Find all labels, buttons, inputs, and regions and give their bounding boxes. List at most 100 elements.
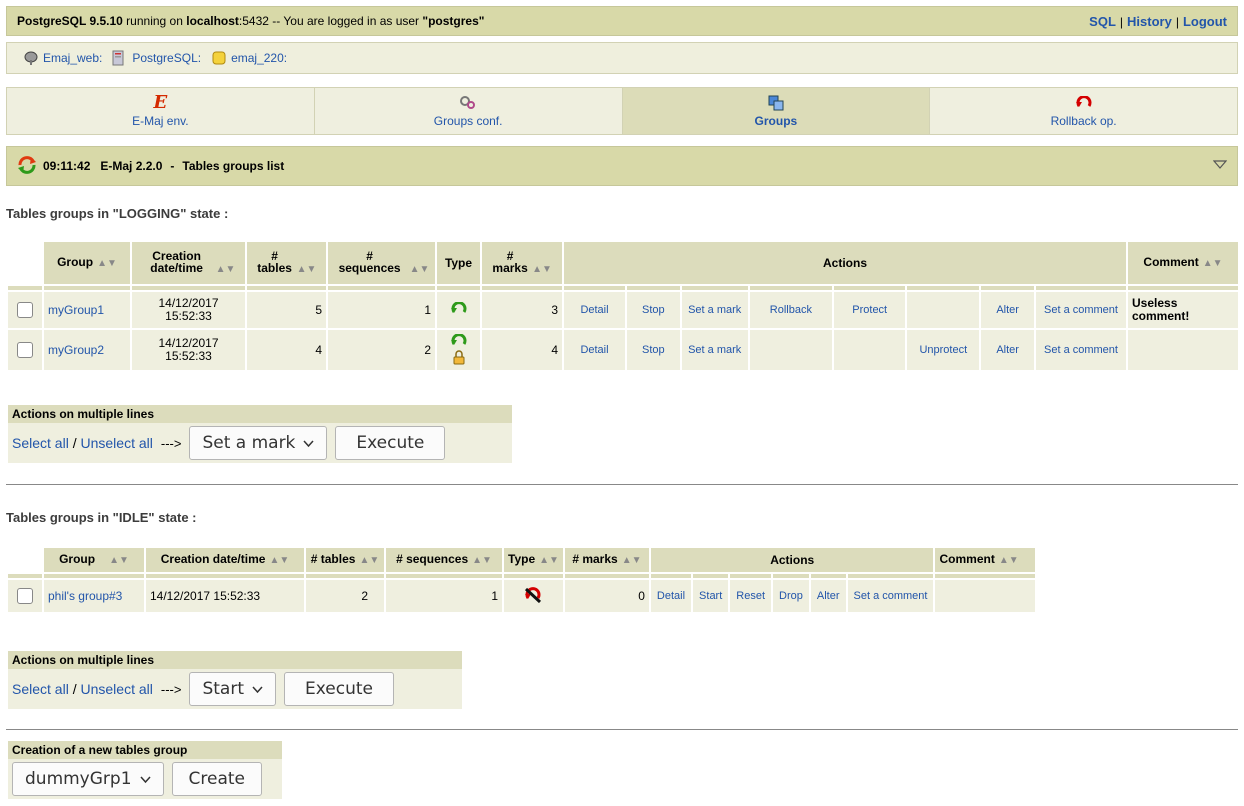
col-marks[interactable]: # marks ▲▼ (482, 242, 562, 284)
table-row: myGroup2 14/12/2017 15:52:33 4 2 4 Detail… (8, 330, 1238, 370)
new-group-select[interactable]: dummyGrp1 (12, 762, 164, 796)
host-name: localhost (186, 14, 239, 28)
group-link[interactable]: phil's group#3 (48, 589, 122, 603)
drop-action[interactable]: Drop (773, 580, 809, 612)
unprotect-action (907, 292, 980, 328)
set-comment-action[interactable]: Set a comment (847, 580, 934, 612)
start-action[interactable]: Start (693, 580, 729, 612)
col-group[interactable]: Group ▲▼ (44, 242, 130, 284)
rollbackable-icon (441, 333, 476, 350)
section-header: 09:11:42 E-Maj 2.2.0 - Tables groups lis… (6, 146, 1238, 186)
logout-link[interactable]: Logout (1183, 14, 1227, 29)
detail-action[interactable]: Detail (564, 330, 626, 370)
port-user-text: :5432 -- You are logged in as user (238, 14, 420, 28)
history-link[interactable]: History (1127, 14, 1172, 29)
breadcrumb-database[interactable]: emaj_220: (231, 51, 287, 65)
page-title: Tables groups list (182, 159, 285, 173)
detail-action[interactable]: Detail (650, 580, 692, 612)
detail-action[interactable]: Detail (564, 292, 626, 328)
set-mark-action[interactable]: Set a mark (681, 330, 748, 370)
table-row: myGroup1 14/12/2017 15:52:33 5 1 3 Detail… (8, 292, 1238, 328)
stop-action[interactable]: Stop (627, 292, 680, 328)
marks-count: 3 (482, 292, 562, 328)
select-all-link[interactable]: Select all (12, 435, 69, 451)
col-tables[interactable]: # tables ▲▼ (306, 548, 384, 572)
breadcrumb-emaj-web[interactable]: Emaj_web: (43, 51, 102, 65)
sort-icon: ▲▼ (998, 555, 1019, 566)
alter-action[interactable]: Alter (981, 292, 1034, 328)
logging-multi-actions: Actions on multiple lines Select all / U… (8, 405, 512, 463)
col-actions: Actions (564, 242, 1126, 284)
running-on-text: running on (126, 14, 183, 28)
creation-time: 15:52:33 (165, 309, 212, 323)
set-comment-action[interactable]: Set a comment (1036, 292, 1126, 328)
unselect-all-link[interactable]: Unselect all (80, 435, 152, 451)
sequences-count: 1 (386, 580, 502, 612)
breadcrumb: Emaj_web: PostgreSQL: emaj_220: (6, 42, 1238, 74)
col-creation[interactable]: Creation date/time ▲▼ (146, 548, 304, 572)
stop-action[interactable]: Stop (627, 330, 680, 370)
emaj-logo-icon: E (153, 92, 168, 113)
reset-action[interactable]: Reset (730, 580, 772, 612)
col-sequences[interactable]: # sequences ▲▼ (328, 242, 435, 284)
multi-actions-header: Actions on multiple lines (8, 405, 512, 423)
current-time: 09:11:42 (43, 159, 91, 173)
top-links: SQL | History | Logout (1089, 13, 1227, 29)
col-comment[interactable]: Comment ▲▼ (1128, 242, 1238, 284)
server-info: PostgreSQL 9.5.10 running on localhost:5… (17, 14, 484, 28)
row-checkbox[interactable] (17, 588, 33, 604)
row-checkbox[interactable] (17, 342, 33, 358)
alter-action[interactable]: Alter (981, 330, 1034, 370)
sort-icon: ▲▼ (359, 555, 380, 566)
collapse-icon[interactable] (1212, 159, 1228, 173)
unprotect-action[interactable]: Unprotect (907, 330, 980, 370)
col-group[interactable]: Group ▲▼ (44, 548, 144, 572)
gears-icon (459, 94, 477, 112)
refresh-icon[interactable] (17, 155, 37, 177)
idle-groups-table: Group ▲▼ Creation date/time ▲▼ # tables ▲▼ … (6, 546, 1037, 614)
elephant-icon (23, 50, 38, 66)
col-marks[interactable]: # marks ▲▼ (564, 548, 649, 572)
execute-button[interactable]: Execute (335, 426, 446, 460)
group-comment (1128, 330, 1238, 370)
multi-action-select[interactable]: Start (189, 672, 276, 706)
create-button[interactable]: Create (171, 762, 263, 796)
tab-groups-conf[interactable]: Groups conf. (314, 88, 623, 134)
col-tables[interactable]: # tables ▲▼ (247, 242, 326, 284)
top-bar: PostgreSQL 9.5.10 running on localhost:5… (6, 6, 1238, 36)
set-comment-action[interactable]: Set a comment (1036, 330, 1126, 370)
tab-emaj-env[interactable]: E E-Maj env. (7, 88, 315, 134)
rollback-action[interactable]: Rollback (749, 292, 833, 328)
sort-icon: ▲▼ (97, 258, 117, 269)
tab-groups[interactable]: Groups (622, 88, 931, 134)
tables-count: 2 (306, 580, 384, 612)
col-type[interactable]: Type ▲▼ (504, 548, 563, 572)
divider (6, 484, 1238, 485)
alter-action[interactable]: Alter (810, 580, 846, 612)
col-actions: Actions (650, 548, 934, 572)
create-group-header: Creation of a new tables group (8, 741, 282, 759)
chevron-down-icon (139, 769, 151, 789)
col-type[interactable]: Type (437, 242, 480, 284)
col-comment[interactable]: Comment ▲▼ (935, 548, 1036, 572)
group-link[interactable]: myGroup1 (48, 303, 104, 317)
row-checkbox[interactable] (17, 302, 33, 318)
create-group-panel: Creation of a new tables group dummyGrp1… (8, 741, 282, 799)
multi-actions-header: Actions on multiple lines (8, 651, 462, 669)
select-all-link[interactable]: Select all (12, 681, 69, 697)
group-link[interactable]: myGroup2 (48, 343, 104, 357)
tab-rollback-op[interactable]: Rollback op. (930, 88, 1237, 134)
protect-action[interactable]: Protect (834, 292, 906, 328)
col-sequences[interactable]: # sequences ▲▼ (386, 548, 502, 572)
server-icon (112, 50, 126, 66)
sql-link[interactable]: SQL (1089, 14, 1116, 29)
set-mark-action[interactable]: Set a mark (681, 292, 748, 328)
creation-datetime: 14/12/2017 15:52:33 (146, 580, 304, 612)
chevron-down-icon (252, 679, 263, 699)
breadcrumb-postgresql[interactable]: PostgreSQL: (132, 51, 201, 65)
multi-action-select[interactable]: Set a mark (189, 426, 328, 460)
execute-button[interactable]: Execute (283, 672, 394, 706)
col-creation[interactable]: Creation date/time ▲▼ (132, 242, 245, 284)
creation-time: 15:52:33 (165, 349, 212, 363)
unselect-all-link[interactable]: Unselect all (80, 681, 152, 697)
